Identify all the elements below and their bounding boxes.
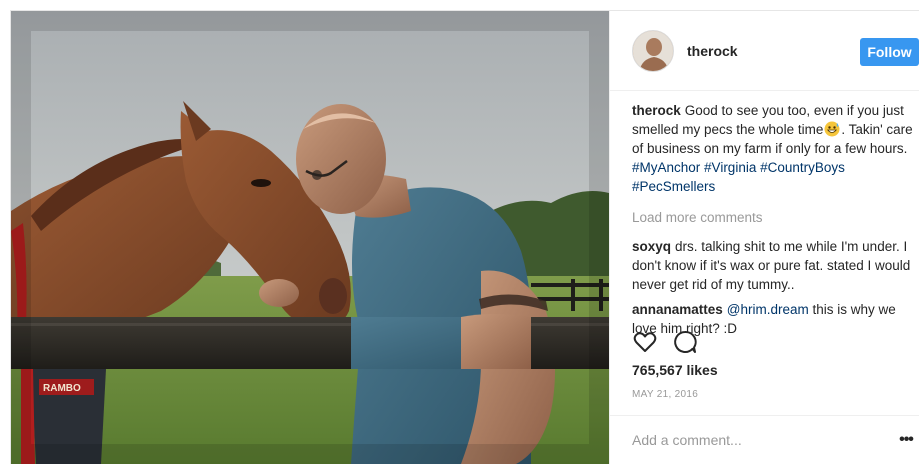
post-actions xyxy=(632,329,918,355)
avatar[interactable] xyxy=(632,30,674,72)
likes-count[interactable]: 765,567 likes xyxy=(632,362,718,378)
comment-username[interactable]: soxyq xyxy=(632,239,671,254)
more-options-icon[interactable]: ••• xyxy=(896,430,916,450)
mention-link[interactable]: @hrim.dream xyxy=(727,302,809,317)
avatar-image xyxy=(633,31,673,71)
post-date: MAY 21, 2016 xyxy=(632,389,699,400)
post-container: RAMBO therock Follow therock Good to see… xyxy=(10,10,919,464)
hashtag-link[interactable]: #MyAnchor xyxy=(632,160,700,175)
caption: therock Good to see you too, even if you … xyxy=(632,101,918,196)
comment-username[interactable]: annanamattes xyxy=(632,302,723,317)
post-username[interactable]: therock xyxy=(687,43,738,59)
hashtag-link[interactable]: #CountryBoys xyxy=(760,160,845,175)
add-comment-input[interactable] xyxy=(632,430,872,450)
blanket-brand-text: RAMBO xyxy=(43,383,81,394)
post-photo[interactable]: RAMBO xyxy=(11,11,609,464)
grinning-face-with-sweat-emoji xyxy=(824,121,840,137)
follow-button[interactable]: Follow xyxy=(860,38,919,66)
comment-item: soxyq drs. talking shit to me while I'm u… xyxy=(632,237,918,294)
post-header: therock Follow xyxy=(610,11,919,91)
caption-username[interactable]: therock xyxy=(632,103,681,118)
comments-section: therock Good to see you too, even if you … xyxy=(632,101,918,344)
post-image: RAMBO xyxy=(11,11,609,464)
add-comment-bar: ••• xyxy=(610,415,919,464)
instagram-post-page: RAMBO therock Follow therock Good to see… xyxy=(0,0,919,464)
heart-icon[interactable] xyxy=(632,329,658,355)
hashtag-link[interactable]: #PecSmellers xyxy=(632,179,715,194)
comment-text: drs. talking shit to me while I'm under.… xyxy=(632,239,911,292)
post-sidebar: therock Follow therock Good to see you to… xyxy=(609,11,919,464)
load-more-comments-link[interactable]: Load more comments xyxy=(632,208,918,227)
hashtag-link[interactable]: #Virginia xyxy=(704,160,756,175)
comment-bubble-icon[interactable] xyxy=(672,329,698,355)
